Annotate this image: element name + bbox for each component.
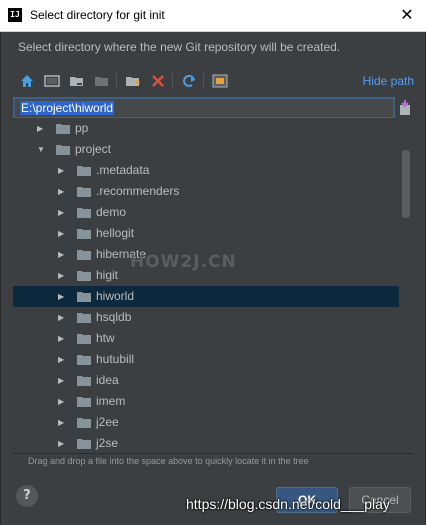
tree-item[interactable]: ▶ demo: [13, 202, 399, 223]
tree-item-label: project: [75, 142, 112, 156]
frame-edge-left: [0, 32, 1, 525]
folder-icon: [77, 166, 91, 176]
folder-icon: [77, 271, 91, 281]
refresh-icon[interactable]: [180, 72, 198, 90]
collapsed-arrow-icon[interactable]: ▶: [58, 223, 68, 244]
tree-item-label: hiworld: [96, 289, 135, 303]
collapsed-arrow-icon[interactable]: ▶: [58, 307, 68, 328]
file-chooser-toolbar: Hide path: [18, 70, 414, 92]
folder-icon: [77, 376, 91, 386]
toolbar-separator: [116, 73, 117, 89]
folder-icon: [77, 439, 91, 449]
path-input-value: E:\project\hiworld: [20, 101, 115, 115]
collapsed-arrow-icon[interactable]: ▶: [58, 244, 68, 265]
drag-drop-hint: Drag and drop a file into the space abov…: [28, 456, 309, 466]
tree-scrollbar[interactable]: [402, 150, 410, 218]
collapsed-arrow-icon[interactable]: ▶: [58, 265, 68, 286]
folder-icon: [77, 418, 91, 428]
collapsed-arrow-icon[interactable]: ▶: [58, 391, 68, 412]
watermark: HOW2J.CN: [130, 252, 237, 272]
dialog-description: Select directory where the new Git repos…: [18, 40, 341, 54]
folder-icon: [77, 313, 91, 323]
tree-item[interactable]: ▶ .metadata: [13, 160, 399, 181]
tree-item[interactable]: ▶ hsqldb: [13, 307, 399, 328]
folder-icon: [77, 292, 91, 302]
collapsed-arrow-icon[interactable]: ▶: [37, 118, 47, 139]
tree-item-label: j2ee: [96, 415, 119, 429]
tree-item-label: idea: [96, 373, 119, 387]
tree-item[interactable]: ▶ hellogit: [13, 223, 399, 244]
folder-icon: [77, 397, 91, 407]
collapsed-arrow-icon[interactable]: ▶: [58, 412, 68, 433]
tree-item[interactable]: ▶ hiworld: [13, 286, 399, 307]
folder-icon: [77, 187, 91, 197]
folder-icon: [77, 229, 91, 239]
tree-item[interactable]: ▶ j2ee: [13, 412, 399, 433]
new-folder-icon[interactable]: [124, 72, 142, 90]
tree-item-label: .recommenders: [96, 184, 180, 198]
tree-item-label: demo: [96, 205, 127, 219]
folder-icon: [77, 250, 91, 260]
folder-icon: [77, 208, 91, 218]
folder-icon: [56, 145, 70, 155]
home-icon[interactable]: [18, 72, 36, 90]
tree-item-label: pp: [75, 121, 89, 135]
module-folder-icon[interactable]: [93, 72, 111, 90]
desktop-icon[interactable]: [43, 72, 61, 90]
tree-item[interactable]: ▶ idea: [13, 370, 399, 391]
project-folder-icon[interactable]: [68, 72, 86, 90]
directory-tree[interactable]: ▶ j2se ▶ j2ee ▶ imem ▶ idea ▶ hutubill ▶ htw ▶ hsqldb…: [13, 118, 413, 454]
window-title: Select directory for git init: [30, 8, 165, 22]
tree-item-label: j2se: [96, 436, 119, 450]
collapsed-arrow-icon[interactable]: ▶: [58, 433, 68, 453]
tree-item[interactable]: ▶ htw: [13, 328, 399, 349]
tree-item-label: .metadata: [96, 163, 150, 177]
help-button[interactable]: ?: [16, 485, 38, 507]
toolbar-separator: [203, 73, 204, 89]
path-history-icon[interactable]: [399, 99, 411, 116]
collapsed-arrow-icon[interactable]: ▶: [58, 349, 68, 370]
tree-item-label: htw: [96, 331, 115, 345]
intellij-app-icon: IJ: [8, 8, 22, 22]
tree-item-label: hellogit: [96, 226, 135, 240]
hide-path-link[interactable]: Hide path: [363, 74, 414, 88]
close-button[interactable]: ✕: [396, 4, 418, 26]
tree-item[interactable]: ▶ j2se: [13, 433, 399, 453]
tree-item-label: imem: [96, 394, 126, 408]
collapsed-arrow-icon[interactable]: ▶: [58, 286, 68, 307]
tree-item-label: hsqldb: [96, 310, 132, 324]
delete-icon[interactable]: [149, 72, 167, 90]
collapsed-arrow-icon[interactable]: ▶: [58, 202, 68, 223]
folder-icon: [56, 124, 70, 134]
tree-item[interactable]: ▶ pp: [13, 118, 399, 139]
url-watermark: https://blog.csdn.net/cold___play: [186, 496, 390, 512]
tree-item[interactable]: ▶ .recommenders: [13, 181, 399, 202]
folder-icon: [77, 355, 91, 365]
toolbar-separator: [172, 73, 173, 89]
tree-item[interactable]: ▶ hutubill: [13, 349, 399, 370]
title-bar: IJ Select directory for git init ✕: [0, 0, 426, 32]
tree-item-label: higit: [96, 268, 119, 282]
collapsed-arrow-icon[interactable]: ▶: [58, 160, 68, 181]
path-input[interactable]: E:\project\hiworld: [13, 97, 395, 119]
expanded-arrow-icon[interactable]: ▼: [37, 139, 47, 160]
tree-item[interactable]: ▼ project: [13, 139, 399, 160]
collapsed-arrow-icon[interactable]: ▶: [58, 370, 68, 391]
folder-icon: [77, 334, 91, 344]
collapsed-arrow-icon[interactable]: ▶: [58, 328, 68, 349]
tree-item-label: hutubill: [96, 352, 135, 366]
collapsed-arrow-icon[interactable]: ▶: [58, 181, 68, 202]
tree-item[interactable]: ▶ imem: [13, 391, 399, 412]
show-hidden-icon[interactable]: [211, 72, 229, 90]
